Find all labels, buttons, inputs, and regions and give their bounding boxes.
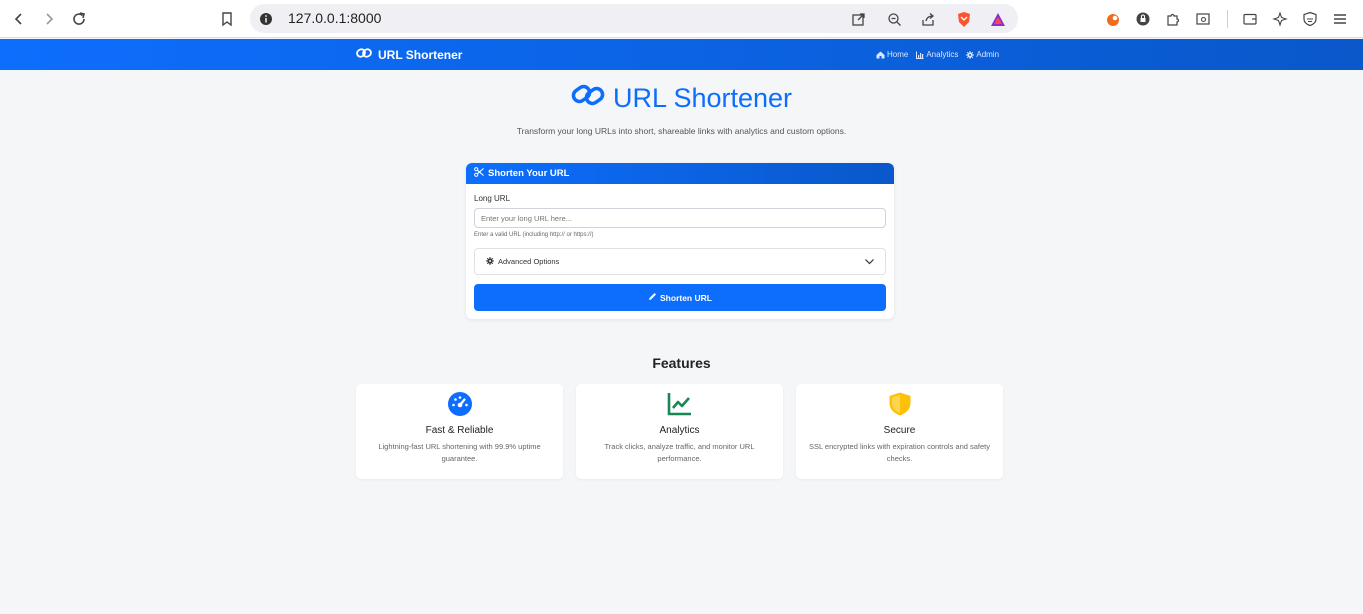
nav-link-home[interactable]: Home — [876, 50, 908, 59]
scissors-icon — [474, 167, 484, 180]
feature-card-secure: Secure SSL encrypted links with expirati… — [796, 384, 1003, 479]
extensions-puzzle-icon[interactable] — [1161, 7, 1185, 31]
nav-link-analytics-label: Analytics — [926, 50, 959, 59]
vpn-icon[interactable] — [1298, 7, 1322, 31]
zoom-out-icon[interactable] — [882, 7, 906, 31]
page-title: URL Shortener — [0, 82, 1363, 115]
bookmark-icon[interactable] — [215, 7, 239, 31]
shorten-url-card: Shorten Your URL Long URL Enter a valid … — [466, 163, 894, 319]
extension-lock-icon[interactable] — [1131, 7, 1155, 31]
nav-link-home-label: Home — [887, 50, 909, 59]
speedometer-icon — [356, 391, 563, 417]
shorten-url-button[interactable]: Shorten URL — [474, 284, 886, 311]
link-icon — [356, 47, 372, 62]
site-info-icon[interactable] — [254, 7, 278, 31]
brave-shield-icon[interactable] — [952, 7, 976, 31]
brand-text: URL Shortener — [378, 47, 463, 62]
address-bar[interactable]: 127.0.0.1:8000 — [250, 4, 1018, 33]
toolbar-divider — [1227, 10, 1228, 28]
home-icon — [876, 51, 885, 58]
nav-link-analytics[interactable]: Analytics — [916, 50, 958, 59]
app-navbar: URL Shortener Home Analytics Admin — [0, 39, 1363, 70]
features-heading: Features — [652, 355, 711, 371]
link-icon — [571, 82, 605, 115]
open-external-icon[interactable] — [846, 7, 870, 31]
feature-description: Track clicks, analyze traffic, and monit… — [604, 442, 755, 463]
navbar-brand[interactable]: URL Shortener — [356, 47, 462, 62]
shield-icon — [796, 391, 1003, 417]
advanced-options-toggle[interactable]: Advanced Options — [474, 248, 886, 275]
long-url-input[interactable] — [474, 208, 886, 228]
extension-fire-icon[interactable] — [1101, 7, 1125, 31]
long-url-help-text: Enter a valid URL (including http:// or … — [474, 232, 594, 238]
card-header-text: Shorten Your URL — [488, 168, 570, 179]
back-button[interactable] — [7, 7, 31, 31]
long-url-label: Long URL — [474, 194, 511, 203]
reload-button[interactable] — [67, 7, 91, 31]
feature-title: Secure — [883, 425, 916, 436]
shorten-url-button-label: Shorten URL — [660, 292, 712, 303]
navbar-links: Home Analytics Admin — [876, 50, 999, 59]
feature-title: Fast & Reliable — [425, 425, 494, 436]
page-subtitle: Transform your long URLs into short, sha… — [516, 126, 847, 136]
advanced-options-label: Advanced Options — [498, 257, 560, 266]
reader-mode-icon[interactable] — [1191, 7, 1215, 31]
share-icon[interactable] — [916, 7, 940, 31]
browser-toolbar: 127.0.0.1:8000 — [0, 0, 1363, 38]
wallet-icon[interactable] — [1238, 7, 1262, 31]
chevron-down-icon — [864, 256, 875, 269]
feature-card-analytics: Analytics Track clicks, analyze traffic,… — [576, 384, 783, 479]
line-chart-icon — [576, 391, 783, 417]
brave-rewards-icon[interactable] — [986, 7, 1010, 31]
url-text[interactable]: 127.0.0.1:8000 — [288, 10, 381, 26]
page-title-text: URL Shortener — [612, 83, 793, 113]
card-header: Shorten Your URL — [466, 163, 894, 184]
forward-button[interactable] — [37, 7, 61, 31]
nav-link-admin[interactable]: Admin — [966, 50, 999, 59]
feature-description: Lightning-fast URL shortening with 99.9%… — [378, 442, 541, 463]
feature-card-fast: Fast & Reliable Lightning-fast URL short… — [356, 384, 563, 479]
bar-chart-icon — [916, 51, 924, 59]
leo-ai-icon[interactable] — [1268, 7, 1292, 31]
feature-description: SSL encrypted links with expiration cont… — [808, 442, 991, 463]
menu-icon[interactable] — [1328, 7, 1352, 31]
gear-icon — [486, 256, 494, 267]
gear-icon — [966, 50, 975, 59]
feature-title: Analytics — [659, 425, 700, 436]
pencil-icon — [648, 292, 657, 303]
nav-link-admin-label: Admin — [976, 50, 1000, 59]
